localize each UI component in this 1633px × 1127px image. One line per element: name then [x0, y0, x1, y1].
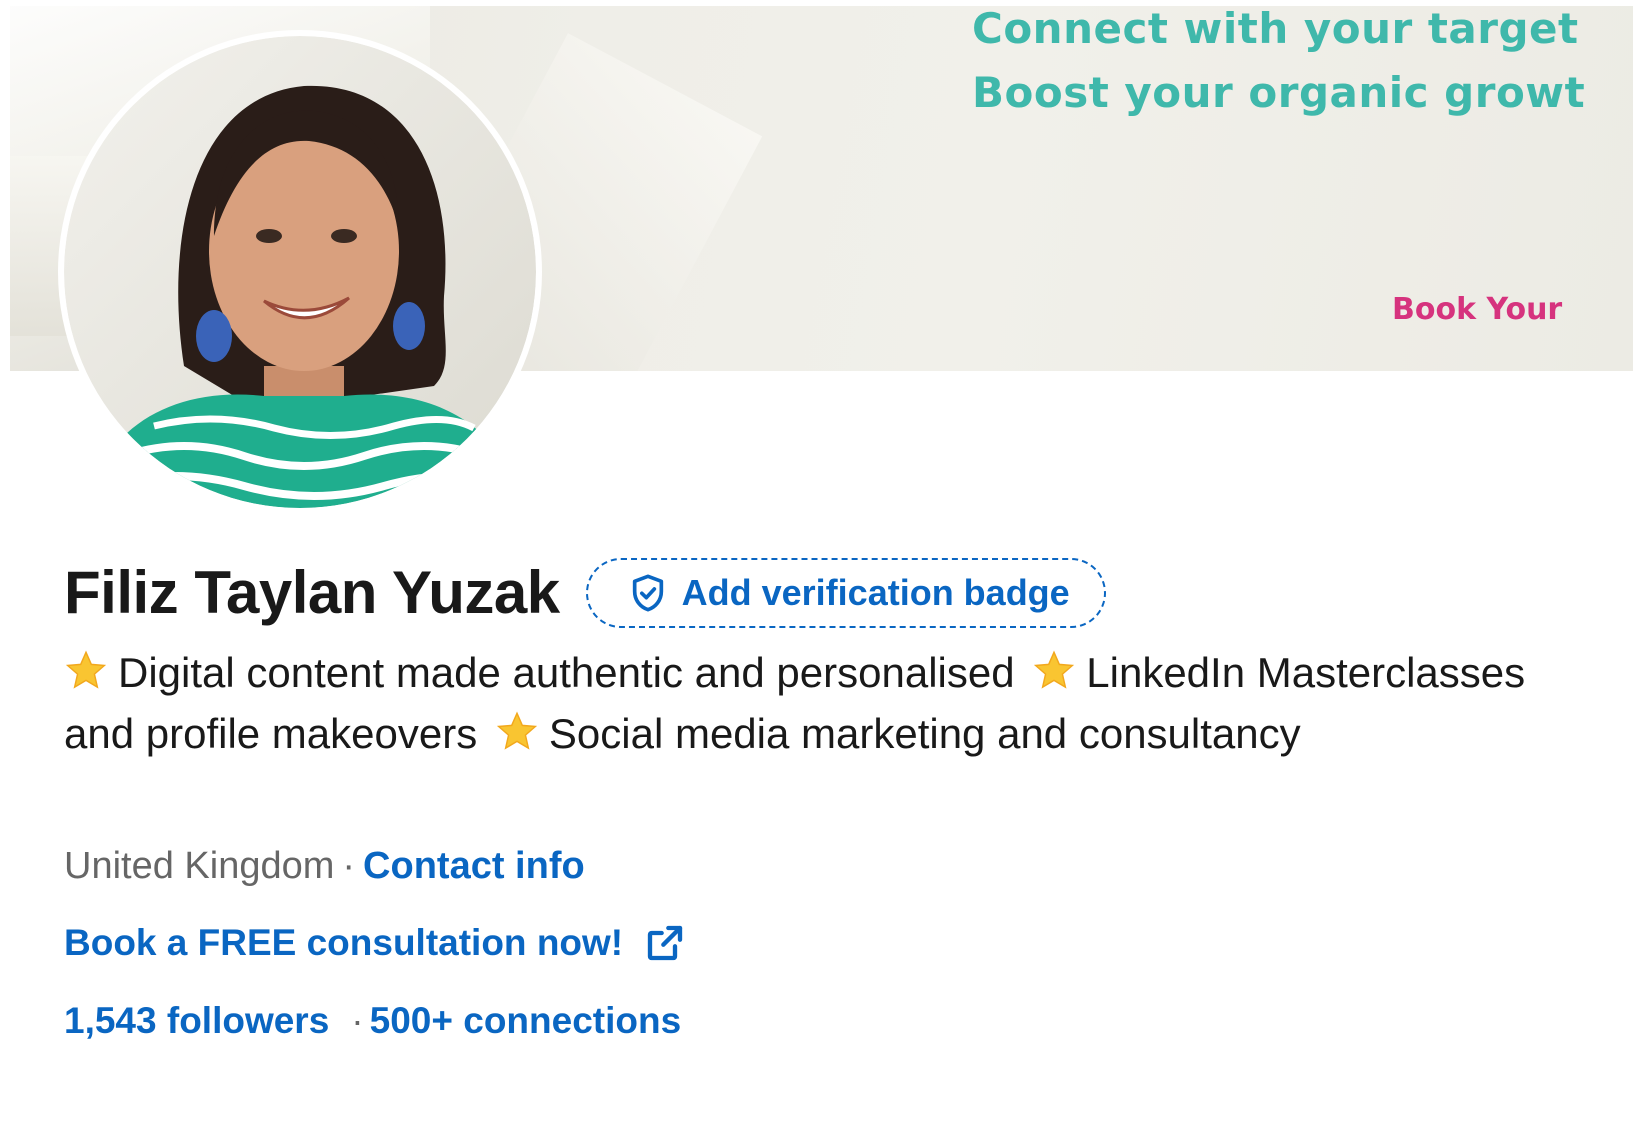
profile-page: Connect with your target Boost your orga… — [0, 0, 1633, 1127]
banner-cta-text: Book Your — [1392, 292, 1563, 327]
website-link[interactable]: Book a FREE consultation now! — [64, 922, 623, 964]
headline-part-1: Digital content made authentic and perso… — [118, 649, 1015, 696]
connections-link[interactable]: 500+ connections — [370, 1000, 682, 1041]
profile-photo-image — [64, 36, 536, 508]
verification-badge-label: Add verification badge — [681, 572, 1070, 613]
star-icon — [496, 711, 538, 750]
headline-part-3: Social media marketing and consultancy — [548, 710, 1301, 757]
website-row: Book a FREE consultation now! — [64, 922, 685, 964]
network-stats-row: 1,543 followers · 500+ connections — [64, 1000, 681, 1042]
banner-heading-line-1: Connect with your target — [972, 6, 1579, 53]
add-verification-badge-button[interactable]: Add verification badge — [585, 558, 1106, 628]
profile-photo[interactable] — [58, 30, 542, 514]
star-icon — [1034, 650, 1075, 689]
star-icon — [65, 650, 107, 689]
banner-heading-line-2: Boost your organic growt — [972, 68, 1586, 117]
location-row: United Kingdom · Contact info — [64, 845, 585, 888]
location-text: United Kingdom — [64, 845, 335, 887]
external-link-icon[interactable] — [645, 923, 685, 963]
profile-headline: Digital content made authentic and perso… — [64, 642, 1564, 764]
name-row: Filiz Taylan Yuzak Add verification badg… — [64, 558, 1106, 628]
separator-dot: · — [351, 1000, 364, 1041]
contact-info-link[interactable]: Contact info — [363, 845, 585, 887]
followers-link[interactable]: 1,543 followers — [64, 1000, 329, 1041]
separator-dot: · — [342, 845, 356, 887]
shield-check-icon — [632, 574, 663, 612]
profile-name: Filiz Taylan Yuzak — [64, 559, 560, 626]
